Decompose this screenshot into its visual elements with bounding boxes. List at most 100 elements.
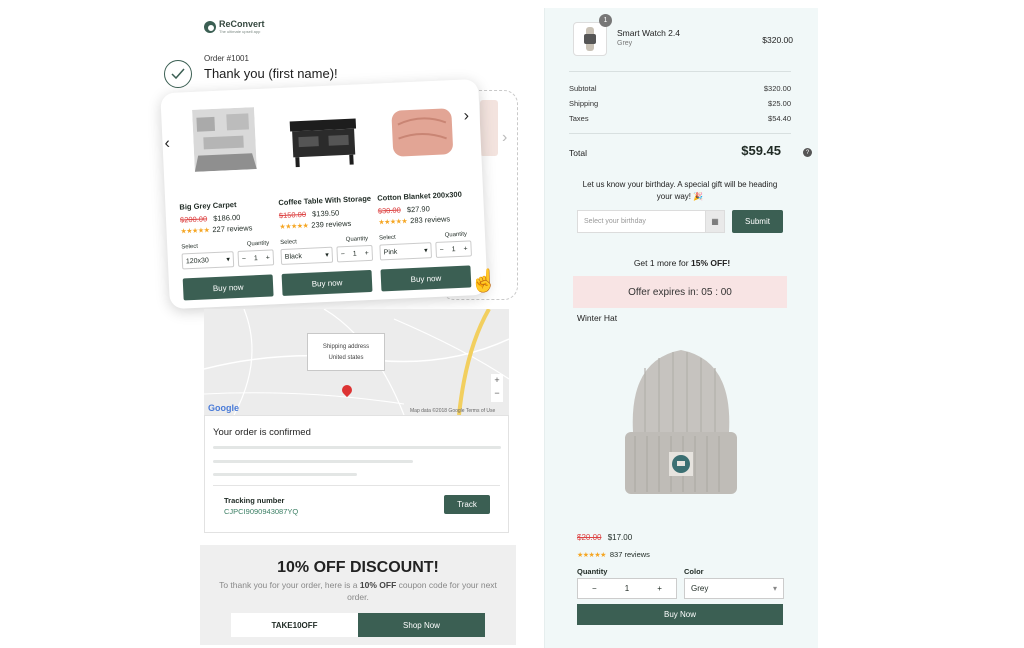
tracking-number[interactable]: CJPCI9090943087YQ (224, 507, 298, 516)
skeleton-line (213, 460, 413, 463)
upsell-price-row: $20.00 $17.00 (577, 533, 632, 542)
sale-price: $27.90 (406, 204, 430, 215)
skeleton-line (213, 473, 357, 476)
quantity-value: 1 (253, 254, 258, 262)
carousel-product-coffee-table: Coffee Table With Storage $150.00 $139.5… (274, 100, 379, 296)
shipping-map[interactable]: Shipping address United states + − Google… (204, 309, 509, 415)
sale-price: $139.50 (311, 208, 340, 219)
tracking-label: Tracking number (224, 496, 285, 505)
plus-icon[interactable]: + (266, 254, 270, 261)
submit-button[interactable]: Submit (732, 210, 783, 233)
offer-timer: Offer expires in: 05 : 00 (573, 276, 787, 308)
buy-now-button[interactable]: Buy now (380, 265, 472, 292)
variant-value: Pink (383, 248, 398, 256)
subtotal-label: Subtotal (569, 84, 597, 93)
reconvert-logo: ReConvert The ultimate upsell app (204, 20, 265, 34)
quantity-stepper[interactable]: −1 + (435, 240, 472, 258)
taxes-row: Taxes $54.40 (569, 114, 791, 123)
help-icon[interactable]: ? (803, 148, 812, 157)
ghost-chevron-right-icon: › (502, 129, 508, 146)
zoom-in-icon[interactable]: + (491, 374, 503, 387)
total-label: Total (569, 148, 587, 158)
subtotal-row: Subtotal $320.00 (569, 84, 791, 93)
next-card-image (480, 100, 498, 156)
old-price: $30.00 (377, 205, 401, 216)
shipping-tooltip: Shipping address United states (307, 333, 385, 371)
variant-select[interactable]: Black ▾ (280, 246, 334, 266)
buy-now-button[interactable]: Buy now (281, 269, 373, 296)
upsell-headline-bold: 15% OFF! (690, 258, 731, 268)
winter-hat-image (625, 348, 737, 501)
buy-now-button[interactable]: Buy now (182, 274, 274, 301)
upsell-buy-button[interactable]: Buy Now (577, 604, 783, 625)
upsell-quantity-value: 1 (624, 584, 630, 593)
discount-section: 10% OFF DISCOUNT! To thank you for your … (200, 545, 516, 645)
variant-value: Black (284, 252, 303, 261)
quantity-stepper[interactable]: −1 + (237, 249, 275, 267)
plus-icon[interactable]: + (463, 245, 467, 252)
review-row: ★★★★★ 227 reviews (180, 222, 276, 235)
discount-title: 10% OFF DISCOUNT! (277, 559, 439, 576)
star-rating-icon: ★★★★★ (577, 551, 606, 559)
blanket-image (373, 95, 472, 163)
thank-you-heading: Thank you (first name)! (204, 66, 338, 81)
select-label: Select (378, 234, 396, 242)
shipping-label: Shipping (569, 99, 599, 108)
shipping-row: Shipping $25.00 (569, 99, 791, 108)
quantity-label: Quantity (345, 236, 369, 244)
carousel-prev-button[interactable]: ‹ (164, 135, 170, 153)
track-button[interactable]: Track (444, 495, 490, 514)
coupon-code[interactable]: TAKE10OFF (231, 613, 358, 637)
birthday-input[interactable]: Select your birthday (577, 210, 725, 233)
upsell-color-select[interactable]: Grey ▾ (684, 578, 784, 599)
quantity-value: 1 (352, 250, 357, 258)
brand-name: ReConvert (219, 19, 265, 29)
divider (569, 71, 791, 72)
upsell-old-price: $20.00 (577, 533, 602, 542)
zoom-out-icon[interactable]: − (491, 387, 503, 400)
divider (569, 133, 791, 134)
order-summary-panel: 1 Smart Watch 2.4 Grey $320.00 Subtotal $… (544, 8, 818, 648)
old-price: $150.00 (278, 209, 307, 221)
variant-select[interactable]: 120x30 ▾ (181, 251, 235, 270)
upsell-review-count: 837 reviews (609, 550, 650, 559)
star-rating-icon: ★★★★★ (378, 217, 408, 227)
divider (213, 485, 500, 486)
upsell-quantity-stepper[interactable]: − 1 + (577, 578, 677, 599)
minus-icon[interactable]: − (439, 246, 443, 253)
upsell-product-name: Winter Hat (577, 313, 618, 323)
plus-icon[interactable]: + (364, 250, 368, 257)
dropdown-icon: ▾ (424, 247, 428, 255)
taxes-value: $54.40 (768, 114, 791, 123)
quantity-label: Quantity (246, 240, 270, 248)
sale-price: $186.00 (213, 212, 241, 224)
confirmation-title: Your order is confirmed (213, 427, 311, 438)
minus-icon[interactable]: − (341, 251, 345, 258)
item-name: Smart Watch 2.4 (617, 28, 680, 38)
upsell-color-label: Color (684, 567, 704, 576)
minus-icon[interactable]: − (592, 584, 597, 593)
brand-tagline: The ultimate upsell app (219, 29, 261, 34)
minus-icon[interactable]: − (242, 255, 246, 262)
birthday-prompt: Let us know your birthday. A special gif… (582, 180, 778, 201)
quantity-badge: 1 (599, 14, 612, 27)
dropdown-icon: ▾ (325, 251, 329, 260)
shop-now-button[interactable]: Shop Now (358, 613, 485, 637)
calendar-icon[interactable]: ▦ (705, 210, 725, 233)
smart-watch-thumbnail (573, 22, 607, 56)
discount-text-start: To thank you for your order, here is a (219, 580, 360, 590)
dropdown-icon: ▾ (772, 584, 777, 593)
quantity-stepper[interactable]: −1 + (336, 244, 374, 263)
taxes-label: Taxes (569, 114, 589, 123)
logo-icon (204, 21, 216, 33)
plus-icon[interactable]: + (657, 584, 662, 593)
product-name: Cotton Blanket 200x300 (377, 189, 462, 203)
check-icon (164, 60, 192, 88)
product-carousel: ‹ › Big Grey Carpet $200.00 $186.00 ★★★★… (160, 78, 488, 310)
total-value: $59.45 (741, 143, 781, 158)
tooltip-title: Shipping address (322, 344, 370, 350)
upsell-quantity-label: Quantity (577, 567, 608, 576)
upsell-price: $17.00 (607, 533, 633, 542)
map-zoom-control[interactable]: + − (491, 374, 503, 402)
variant-select[interactable]: Pink ▾ (379, 242, 433, 261)
